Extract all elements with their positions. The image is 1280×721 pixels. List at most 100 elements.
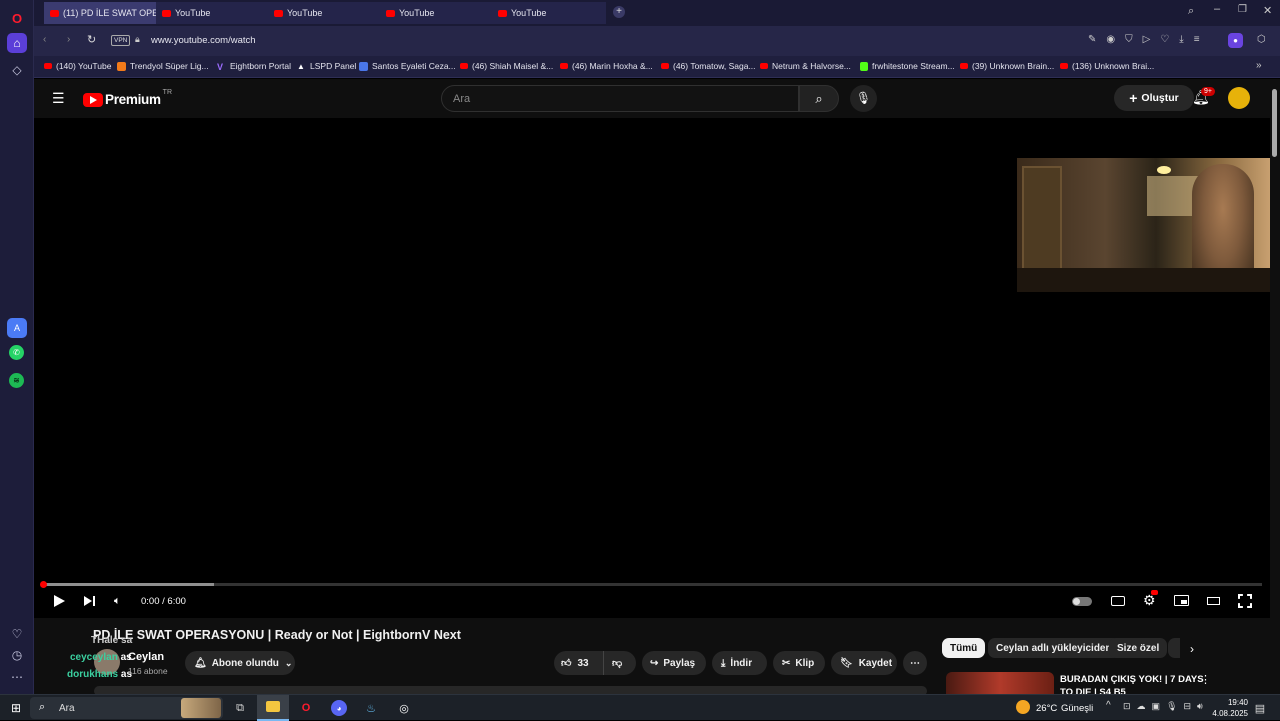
tab-active[interactable]: (11) PD İLE SWAT OPERAS: [44, 2, 156, 24]
recommended-thumbnail[interactable]: [946, 672, 1054, 694]
tab[interactable]: YouTube: [156, 2, 268, 24]
heart-icon[interactable]: ♡: [7, 624, 27, 644]
channel-name[interactable]: Ceylan: [128, 651, 164, 663]
network-icon[interactable]: ☁: [1137, 701, 1146, 712]
taskbar-search[interactable]: ⌕ Ara: [30, 697, 223, 719]
tab[interactable]: YouTube: [268, 2, 380, 24]
bookmark-item[interactable]: (140) YouTube: [44, 61, 111, 71]
search-tabs-icon[interactable]: ⌕: [1188, 5, 1194, 18]
bookmark-item[interactable]: ▲ LSPD Panel: [297, 61, 356, 71]
autoplay-toggle[interactable]: [1072, 597, 1092, 606]
opera-taskbar-icon[interactable]: O: [298, 700, 314, 716]
history-icon[interactable]: ◷: [7, 645, 27, 665]
weather-temp[interactable]: 26°C: [1036, 703, 1057, 714]
create-button[interactable]: + Oluştur: [1114, 85, 1194, 111]
next-button[interactable]: [83, 594, 97, 608]
bookmark-item[interactable]: Trendyol Süper Lig...: [117, 61, 209, 71]
bookmark-item[interactable]: frwhitestone Stream...: [860, 61, 955, 71]
discord-icon[interactable]: ◕: [331, 700, 347, 716]
cube-icon[interactable]: ◇: [7, 60, 27, 80]
windows-start-icon[interactable]: ⊞: [8, 700, 24, 716]
weather-sun-icon[interactable]: [1016, 700, 1030, 714]
minimize-icon[interactable]: –: [1214, 3, 1220, 15]
restore-icon[interactable]: ❐: [1238, 4, 1247, 15]
bookmark-item[interactable]: V Eightborn Portal: [217, 61, 291, 72]
page-scrollbar[interactable]: [1270, 79, 1280, 694]
reload-icon[interactable]: ↻: [87, 33, 96, 46]
clock[interactable]: 19:40 4.08.2025: [1198, 697, 1248, 719]
bookmark-item[interactable]: Santos Eyaleti Ceza...: [359, 61, 456, 71]
bookmark-item[interactable]: (46) Tomatow, Saga...: [661, 61, 756, 71]
forward-icon[interactable]: ›: [67, 34, 70, 45]
chip-all[interactable]: Tümü: [942, 638, 986, 658]
weather-status[interactable]: Güneşli: [1061, 703, 1093, 714]
whatsapp-icon[interactable]: ✆: [9, 345, 24, 360]
more-icon[interactable]: ⋯: [7, 667, 27, 687]
heart-icon[interactable]: ♡: [1160, 34, 1169, 45]
bookmark-item[interactable]: Netrum & Halvorse...: [760, 61, 851, 71]
bookmark-item[interactable]: (46) Shiah Maisel &...: [460, 61, 553, 71]
like-button[interactable]: 👍︎ 33: [554, 651, 604, 675]
play-button[interactable]: [52, 594, 66, 608]
tray-overflow-icon[interactable]: ^: [1106, 700, 1111, 711]
bookmarks-overflow-icon[interactable]: »: [1256, 60, 1262, 71]
download-icon[interactable]: ⤓: [1179, 34, 1183, 45]
steam-icon[interactable]: ♨: [363, 700, 379, 716]
avatar[interactable]: [1228, 87, 1250, 109]
new-tab-icon[interactable]: +: [613, 6, 625, 18]
video-player[interactable]: 🔈︎ 0:00 / 6:00 ⚙: [34, 118, 1270, 618]
home-icon[interactable]: ⌂: [7, 33, 27, 53]
app-icon[interactable]: ◎: [396, 700, 412, 716]
url-field[interactable]: www.youtube.com/watch: [151, 35, 256, 46]
hamburger-menu-icon[interactable]: ☰: [52, 90, 65, 107]
more-vertical-icon[interactable]: ⋮: [1200, 673, 1211, 686]
aria-icon[interactable]: A: [7, 318, 27, 338]
share-button[interactable]: ↪ Paylaş: [642, 651, 706, 675]
tray-app-icon[interactable]: ⊡: [1123, 701, 1131, 712]
voice-search-button[interactable]: 🎙︎: [850, 85, 877, 112]
menu-icon[interactable]: ≡: [1194, 34, 1200, 45]
subscribed-button[interactable]: 🔔︎ Abone olundu ⌄: [185, 651, 295, 675]
camera-icon[interactable]: ◉: [1106, 34, 1115, 45]
bookmark-item[interactable]: (39) Unknown Brain...: [960, 61, 1054, 71]
tab[interactable]: YouTube: [492, 2, 606, 24]
taskbar-app-active[interactable]: [257, 695, 289, 721]
chip-partial[interactable]: [1168, 638, 1180, 658]
vpn-badge[interactable]: VPN: [111, 35, 131, 46]
extensions-icon[interactable]: ⬡: [1257, 34, 1266, 45]
chip-for-you[interactable]: Size özel: [1109, 638, 1168, 658]
tab[interactable]: YouTube: [380, 2, 492, 24]
description-box[interactable]: [94, 686, 927, 694]
scrollbar-thumb[interactable]: [1272, 89, 1277, 157]
chevron-right-icon[interactable]: ›: [1190, 642, 1194, 656]
miniplayer-icon[interactable]: [1174, 595, 1189, 606]
fullscreen-icon[interactable]: [1238, 594, 1252, 608]
tray-app-icon[interactable]: ▣: [1152, 701, 1161, 712]
scrubber-handle[interactable]: [40, 581, 47, 588]
dislike-button[interactable]: 👎︎: [604, 651, 636, 675]
bookmark-item[interactable]: (46) Marin Hoxha &...: [560, 61, 653, 71]
back-icon[interactable]: ‹: [43, 34, 46, 45]
more-actions-button[interactable]: ⋯: [903, 651, 927, 675]
save-button[interactable]: 🔖︎ Kaydet: [831, 651, 897, 675]
subtitles-icon[interactable]: [1111, 596, 1125, 606]
clip-button[interactable]: ✂ Klip: [773, 651, 825, 675]
theater-mode-icon[interactable]: [1207, 597, 1220, 605]
recommended-title[interactable]: BURADAN ÇIKIŞ YOK! | 7 DAYS TO DIE | S4 B…: [1060, 673, 1206, 694]
play-icon[interactable]: ▷: [1143, 34, 1151, 45]
edit-icon[interactable]: ✎: [1088, 34, 1096, 45]
search-button[interactable]: ⌕: [799, 85, 839, 112]
chip-uploader[interactable]: Ceylan adlı yükleyiciden: [988, 638, 1120, 658]
microphone-icon[interactable]: 🎙︎: [1166, 701, 1177, 712]
task-view-icon[interactable]: ⧉: [232, 700, 248, 716]
download-button[interactable]: ⤓ İndir: [712, 651, 767, 675]
search-input[interactable]: Ara: [441, 85, 799, 112]
spotify-icon[interactable]: ≋: [9, 373, 24, 388]
bookmark-item[interactable]: (136) Unknown Brai...: [1060, 61, 1154, 71]
progress-track[interactable]: [43, 583, 1262, 586]
profile-icon[interactable]: ●: [1228, 33, 1243, 48]
volume-icon[interactable]: 🔈︎: [114, 595, 121, 608]
youtube-logo[interactable]: Premium TR: [83, 89, 172, 107]
shield-icon[interactable]: ⛉: [1125, 34, 1133, 45]
tray-app-icon[interactable]: ⊟: [1184, 701, 1192, 712]
